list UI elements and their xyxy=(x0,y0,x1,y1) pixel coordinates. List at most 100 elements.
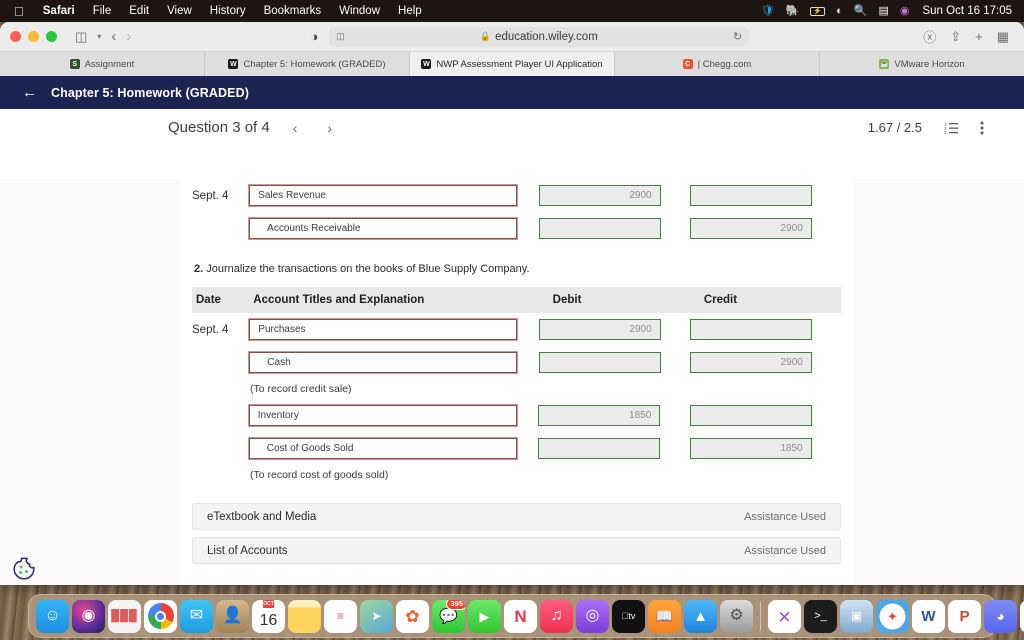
apple-menu-icon[interactable]:  xyxy=(14,5,24,18)
macos-dock: ☺ ◉ ███ ✉ 👤 Oct 16 ≡ ➤ ✿ 💬 395 ▶ N ♫ ◎ xyxy=(28,594,1024,638)
maximize-window-button[interactable] xyxy=(46,31,57,42)
cookie-consent-icon[interactable] xyxy=(10,555,38,583)
dock-item-maps[interactable]: ➤ xyxy=(360,599,393,633)
account-title-input[interactable]: Inventory xyxy=(248,405,517,426)
menu-item-safari[interactable]: Safari xyxy=(34,5,84,17)
dock-item-discord[interactable]: ◕ xyxy=(984,599,1017,633)
privacy-shield-icon[interactable]: ◑ xyxy=(305,27,323,47)
account-title-input[interactable]: Cost of Goods Sold xyxy=(248,438,517,459)
credit-amount-input[interactable]: 2900 xyxy=(689,218,812,239)
dock-item-safari[interactable]: ✦ xyxy=(876,599,909,633)
siri-icon[interactable]: ◉ xyxy=(900,5,910,17)
share-icon[interactable]: ⇪ xyxy=(945,29,966,45)
powerpoint-icon: P xyxy=(959,607,970,625)
dock-item-photos[interactable]: ✿ xyxy=(396,599,429,633)
dock-item-contacts[interactable]: 👤 xyxy=(216,599,249,633)
tab-overview-icon[interactable]: ▦ xyxy=(992,29,1014,45)
list-of-accounts-row[interactable]: List of Accounts Assistance Used xyxy=(192,537,841,564)
account-title-input[interactable]: Sales Revenue xyxy=(249,185,518,206)
dock-item-siri[interactable]: ◉ xyxy=(72,599,105,633)
elephant-icon[interactable]: 🐘 xyxy=(786,5,800,17)
back-arrow-icon[interactable]: ← xyxy=(22,85,37,100)
reader-view-icon[interactable]: ◫ xyxy=(336,31,345,42)
account-title-input[interactable]: Purchases xyxy=(249,319,518,340)
dock-item-terminal[interactable]: >_ xyxy=(804,599,837,633)
ordered-list-icon[interactable]: 1 2 3 xyxy=(944,121,958,134)
menu-item-file[interactable]: File xyxy=(84,5,121,17)
tab-vmware-horizon[interactable]: ☕ VMware Horizon xyxy=(820,52,1024,76)
dock-item-preview[interactable]: ▣ xyxy=(840,599,873,633)
url-text: education.wiley.com xyxy=(495,30,598,43)
wifi-icon[interactable]: ◐ xyxy=(836,5,843,17)
dock-item-calendar[interactable]: Oct 16 xyxy=(252,599,285,633)
dock-item-reminders[interactable]: ≡ xyxy=(324,599,357,633)
maps-icon: ➤ xyxy=(371,609,382,623)
credit-amount-input[interactable] xyxy=(689,185,812,206)
search-icon[interactable]: 🔍 xyxy=(854,5,868,17)
display-icon[interactable]: ▤ xyxy=(878,5,888,17)
debit-amount-input[interactable]: 2900 xyxy=(538,319,661,340)
dock-item-mail[interactable]: ✉ xyxy=(180,599,213,633)
close-window-button[interactable] xyxy=(10,31,21,42)
menu-item-view[interactable]: View xyxy=(158,5,201,17)
account-title-input[interactable]: Cash xyxy=(249,352,518,373)
safari-compass-icon: ✦ xyxy=(887,608,898,624)
debit-amount-input[interactable] xyxy=(538,438,661,459)
dock-item-launchpad[interactable]: ███ xyxy=(108,599,141,633)
debit-amount-input[interactable] xyxy=(538,352,661,373)
dock-item-finder[interactable]: ☺ xyxy=(36,599,69,633)
address-bar[interactable]: ◫ 🔒 education.wiley.com ↻ xyxy=(329,26,750,47)
dock-item-podcasts[interactable]: ◎ xyxy=(576,599,609,633)
menubar-clock[interactable]: Sun Oct 16 17:05 xyxy=(920,5,1012,17)
battery-icon[interactable]: ⚡ xyxy=(810,6,826,16)
credit-amount-input[interactable] xyxy=(689,405,812,426)
podcasts-icon: ◎ xyxy=(585,607,600,624)
dock-item-google-chrome[interactable] xyxy=(144,599,177,633)
debit-amount-input[interactable]: 1850 xyxy=(538,405,661,426)
menu-item-history[interactable]: History xyxy=(201,5,255,17)
credit-amount-input[interactable] xyxy=(689,319,812,340)
back-button[interactable]: ‹ xyxy=(106,28,121,45)
row-account-cell: Accounts Receivable xyxy=(249,212,538,245)
chevron-down-icon[interactable]: ▾ xyxy=(92,32,106,41)
more-vertical-icon[interactable] xyxy=(980,121,984,135)
row-credit-cell: 2900 xyxy=(689,212,841,245)
new-tab-button[interactable]: + xyxy=(970,29,988,44)
account-title-input[interactable]: Accounts Receivable xyxy=(249,218,518,239)
menu-item-help[interactable]: Help xyxy=(389,5,431,17)
tab-assignment[interactable]: S Assignment xyxy=(0,52,205,76)
reload-icon[interactable]: ↻ xyxy=(733,30,742,43)
dock-item-music[interactable]: ♫ xyxy=(540,599,573,633)
etextbook-and-media-row[interactable]: eTextbook and Media Assistance Used xyxy=(192,503,841,530)
dock-item-messages[interactable]: 💬 395 xyxy=(432,599,465,633)
dock-item-microsoft-word[interactable]: W xyxy=(912,599,945,633)
shield-icon[interactable]: 🛡 xyxy=(761,5,775,17)
credit-amount-input[interactable]: 2900 xyxy=(689,352,812,373)
debit-amount-input[interactable] xyxy=(538,218,661,239)
menu-item-edit[interactable]: Edit xyxy=(120,5,158,17)
debit-amount-input[interactable]: 2900 xyxy=(538,185,661,206)
sidebar-toggle-icon[interactable]: ◫ xyxy=(70,29,92,45)
dock-item-facetime[interactable]: ▶ xyxy=(468,599,501,633)
forward-button[interactable]: › xyxy=(121,28,136,45)
dock-item-notes[interactable] xyxy=(288,599,321,633)
previous-question-button[interactable]: ‹ xyxy=(286,120,305,136)
credit-amount-input[interactable]: 1850 xyxy=(689,438,812,459)
download-icon[interactable]: ⓧ xyxy=(918,27,941,46)
dock-item-app-store[interactable]: ▲ xyxy=(684,599,717,633)
next-question-button[interactable]: › xyxy=(320,120,339,136)
dock-item-books[interactable]: 📖 xyxy=(648,599,681,633)
dock-item-news[interactable]: N xyxy=(504,599,537,633)
dock-item-apple-tv[interactable]: tv xyxy=(612,599,645,633)
tab-chegg[interactable]: C | Chegg.com xyxy=(615,52,820,76)
dock-item-vs-code[interactable]: ⨯ xyxy=(1020,599,1024,633)
tab-nwp-assessment-player[interactable]: W NWP Assessment Player UI Application xyxy=(410,52,615,76)
dock-item-system-preferences[interactable]: ⚙ xyxy=(720,599,753,633)
dock-item-visual-studio[interactable]: ⨯ xyxy=(768,599,801,633)
menu-item-bookmarks[interactable]: Bookmarks xyxy=(255,5,331,17)
minimize-window-button[interactable] xyxy=(28,31,39,42)
dock-item-microsoft-powerpoint[interactable]: P xyxy=(948,599,981,633)
question-content-area[interactable]: Sept. 4 Sales Revenue 2900 Accounts Rece… xyxy=(0,179,1024,585)
tab-chapter5-homework[interactable]: W Chapter 5: Homework (GRADED) xyxy=(205,52,410,76)
menu-item-window[interactable]: Window xyxy=(330,5,389,17)
